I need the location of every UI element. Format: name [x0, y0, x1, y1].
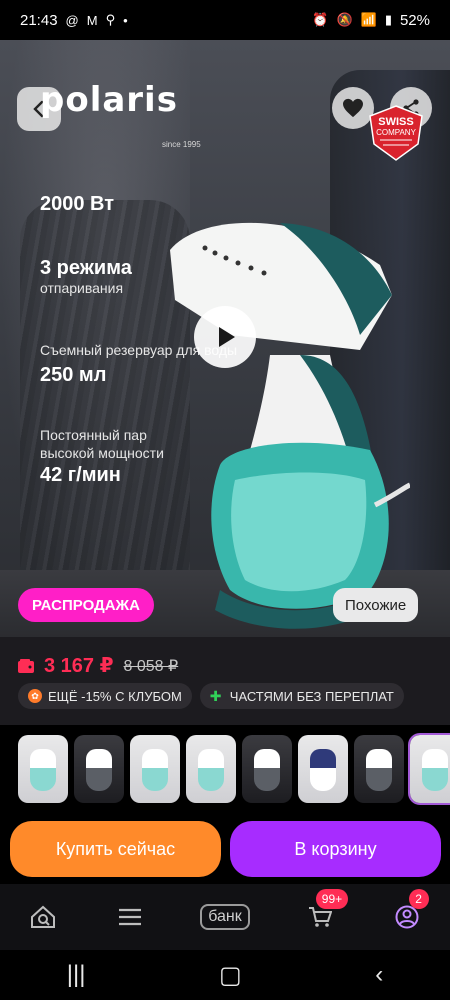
plus-icon: ✚ [209, 688, 222, 704]
brand-logo: polaris [40, 80, 178, 120]
bank-label: банк [200, 904, 250, 930]
wallet-icon [18, 658, 34, 673]
thumbnail[interactable] [130, 735, 180, 803]
thumbnail[interactable] [186, 735, 236, 803]
thumbnail-image [366, 749, 392, 791]
club-promo-text: ЕЩЁ -15% С КЛУБОМ [48, 688, 182, 704]
sale-label[interactable]: РАСПРОДАЖА [18, 588, 154, 622]
brand-since: since 1995 [162, 140, 201, 149]
nav-catalog[interactable] [108, 897, 152, 937]
cta-row: Купить сейчас В корзину [10, 821, 441, 877]
thumbnail-selected[interactable] [408, 733, 450, 805]
heart-icon [343, 98, 363, 118]
spec-steam-caption-1: Постоянный пар [40, 427, 147, 443]
price-row: 3 167 ₽ 8 058 ₽ [18, 653, 178, 678]
old-price: 8 058 ₽ [123, 657, 179, 675]
menu-icon [119, 908, 142, 926]
mute-icon: 🔕 [336, 12, 353, 27]
play-video-button[interactable] [194, 306, 256, 368]
thumbnail-image [254, 749, 280, 791]
thumbnail-image [86, 749, 112, 791]
thumbnail-strip[interactable] [0, 731, 450, 807]
cart-icon [308, 907, 332, 927]
thumbnail[interactable] [354, 735, 404, 803]
thumbnail[interactable] [298, 735, 348, 803]
alarm-icon: ⏰ [312, 12, 329, 27]
recent-apps-icon[interactable]: ||| [67, 961, 86, 989]
person-icon: ⚲ [105, 12, 116, 27]
thumbnail-image [142, 749, 168, 791]
buy-now-button[interactable]: Купить сейчас [10, 821, 221, 877]
cart-badge: 99+ [315, 889, 349, 909]
play-icon [219, 327, 235, 347]
wifi-icon: 📶 [360, 12, 377, 27]
thumbnail[interactable] [18, 735, 68, 803]
current-price: 3 167 ₽ [44, 655, 114, 677]
mail-icon: @ [65, 12, 79, 28]
badge-swiss: SWISS [378, 116, 413, 128]
product-gallery[interactable]: polaris since 1995 SWISS COMPANY 2000 Вт… [0, 40, 450, 637]
installments-promo-text: ЧАСТЯМИ БЕЗ ПЕРЕПЛАТ [229, 688, 394, 704]
status-left: 21:43 @ M ⚲ • [20, 12, 128, 29]
profile-badge: 2 [408, 889, 429, 909]
club-promo[interactable]: ✿ ЕЩЁ -15% С КЛУБОМ [18, 683, 192, 709]
nav-bank[interactable]: банк [195, 897, 255, 937]
nav-cart[interactable]: 99+ [298, 889, 349, 937]
spec-power: 2000 Вт [40, 193, 115, 215]
badge-company: COMPANY [376, 128, 417, 137]
profile-icon [395, 905, 419, 929]
home-search-icon [31, 905, 56, 928]
signal-icon: ▮ [384, 12, 392, 27]
home-icon[interactable]: ▢ [219, 961, 242, 990]
installments-promo[interactable]: ✚ ЧАСТЯМИ БЕЗ ПЕРЕПЛАТ [199, 683, 404, 709]
add-to-cart-button[interactable]: В корзину [230, 821, 441, 877]
thumbnail-image [30, 749, 56, 791]
status-bar: 21:43 @ M ⚲ • ⏰ 🔕 📶 ▮ 52% [0, 0, 450, 40]
thumbnail[interactable] [74, 735, 124, 803]
thumbnail[interactable] [242, 735, 292, 803]
m-icon: M [86, 12, 98, 28]
bottom-nav: банк 99+ 2 [0, 884, 450, 950]
back-icon[interactable]: ‹ [375, 961, 383, 989]
status-right: ⏰ 🔕 📶 ▮ 52% [312, 12, 430, 29]
thumbnail-image [422, 749, 448, 791]
spec-tank: 250 мл [40, 364, 107, 386]
nav-profile[interactable]: 2 [385, 889, 429, 937]
status-time: 21:43 [20, 11, 58, 29]
nav-home[interactable] [21, 897, 65, 937]
spec-steam-caption-2: высокой мощности [40, 445, 164, 461]
similar-button[interactable]: Похожие [333, 588, 419, 622]
product-image [170, 222, 410, 629]
club-icon: ✿ [28, 689, 42, 703]
system-nav-bar: ||| ▢ ‹ [0, 950, 450, 1000]
spec-modes-caption: отпаривания [40, 280, 124, 296]
swiss-company-badge: SWISS COMPANY [369, 105, 423, 161]
spec-modes: 3 режима [40, 257, 132, 279]
spec-steam: 42 г/мин [40, 464, 121, 486]
dot-icon: • [123, 12, 128, 28]
thumbnail-image [198, 749, 224, 791]
thumbnail-image [310, 749, 336, 791]
price-section: 3 167 ₽ 8 058 ₽ ✿ ЕЩЁ -15% С КЛУБОМ ✚ ЧА… [0, 637, 450, 725]
promo-row: ✿ ЕЩЁ -15% С КЛУБОМ ✚ ЧАСТЯМИ БЕЗ ПЕРЕПЛ… [18, 683, 404, 709]
battery-level: 52% [399, 11, 430, 29]
